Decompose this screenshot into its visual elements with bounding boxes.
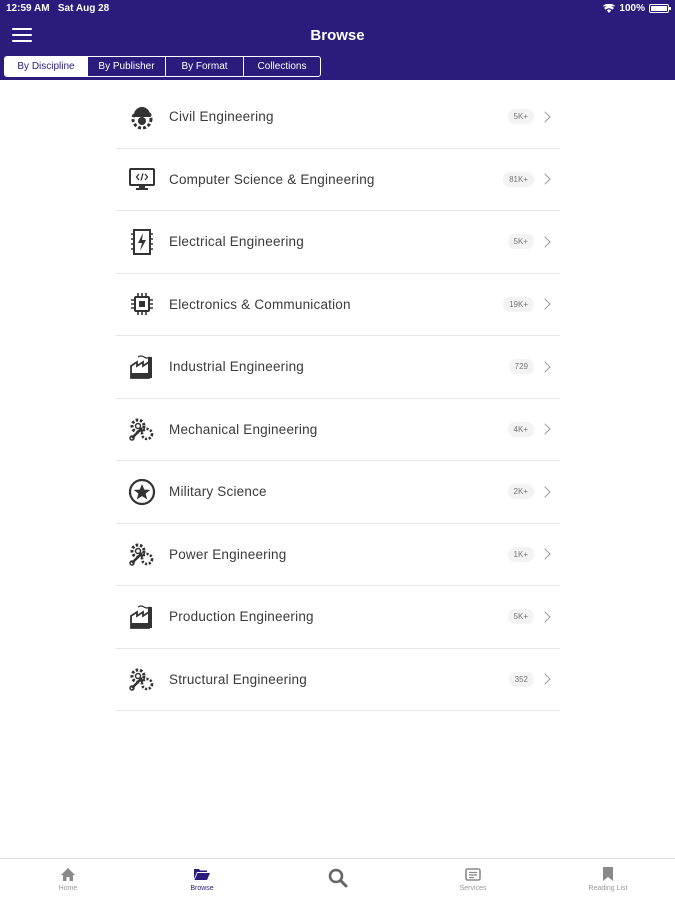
star-badge-icon [128,478,156,506]
bookmark-icon [568,865,648,883]
list-item-mechanical-engineering[interactable]: Mechanical Engineering 4K+ [116,399,560,461]
chevron-right-icon [539,361,551,373]
list-item-label: Production Engineering [169,609,314,625]
tab-search[interactable] [298,865,378,893]
app-header: 12:59 AM Sat Aug 28 100% Browse By Disci… [0,0,675,80]
status-right: 100% [603,3,671,14]
list-item-label: Industrial Engineering [169,359,304,375]
chevron-right-icon [539,673,551,685]
battery-icon [649,4,671,13]
folder-open-icon [162,865,242,883]
factory-icon [128,603,156,631]
list-item-label: Military Science [169,484,267,500]
list-item-structural-engineering[interactable]: Structural Engineering 352 [116,649,560,711]
tab-services[interactable]: Services [433,865,513,892]
list-item-civil-engineering[interactable]: Civil Engineering 5K+ [116,86,560,149]
tab-browse[interactable]: Browse [162,865,242,892]
count-badge: 81K+ [503,171,534,187]
count-badge: 729 [508,359,534,375]
list-item-military-science[interactable]: Military Science 2K+ [116,461,560,524]
list-item-electronics-communication[interactable]: Electronics & Communication 19K+ [116,274,560,336]
count-badge: 352 [508,671,534,687]
search-icon [298,865,378,891]
chevron-right-icon [539,423,551,435]
electric-icon [128,228,156,256]
count-badge: 5K+ [507,109,534,125]
chevron-right-icon [539,298,551,310]
segment-by-discipline[interactable]: By Discipline [5,57,87,76]
list-item-industrial-engineering[interactable]: Industrial Engineering 729 [116,336,560,399]
count-badge: 1K+ [507,546,534,562]
battery-percent: 100% [619,3,645,14]
chevron-right-icon [539,548,551,560]
chevron-right-icon [539,236,551,248]
list-item-power-engineering[interactable]: Power Engineering 1K+ [116,524,560,586]
segment-by-format[interactable]: By Format [165,57,243,76]
chevron-right-icon [539,173,551,185]
discipline-list: Civil Engineering 5K+ Computer Science &… [116,86,560,711]
bottom-tab-bar: Home Browse Services Reading List [0,858,675,900]
list-item-label: Power Engineering [169,546,287,562]
chevron-right-icon [539,486,551,498]
count-badge: 2K+ [507,484,534,500]
hardhat-gear-icon [128,103,156,131]
status-bar: 12:59 AM Sat Aug 28 100% [6,3,671,17]
status-time-date: 12:59 AM Sat Aug 28 [6,3,110,14]
list-item-label: Mechanical Engineering [169,421,318,437]
chip-icon [128,290,156,318]
tab-label: Home [58,885,78,892]
tab-label: Services [459,885,487,892]
tab-label: Reading List [588,885,628,892]
factory-icon [128,353,156,381]
list-item-label: Electrical Engineering [169,234,304,250]
page-title: Browse [310,27,365,44]
list-item-computer-science[interactable]: Computer Science & Engineering 81K+ [116,149,560,211]
list-item-electrical-engineering[interactable]: Electrical Engineering 5K+ [116,211,560,274]
gears-wrench-icon [128,665,156,693]
tab-home[interactable]: Home [28,865,108,892]
tab-label: Browse [190,885,214,892]
count-badge: 19K+ [503,296,534,312]
home-icon [28,865,108,883]
list-item-label: Electronics & Communication [169,296,351,312]
list-item-label: Civil Engineering [169,109,274,125]
browse-segmented-control: By Discipline By Publisher By Format Col… [4,56,321,77]
list-item-production-engineering[interactable]: Production Engineering 5K+ [116,586,560,649]
list-item-label: Computer Science & Engineering [169,171,375,187]
chevron-right-icon [539,611,551,623]
count-badge: 5K+ [507,234,534,250]
monitor-code-icon [128,165,156,193]
services-icon [433,865,513,883]
gears-wrench-icon [128,540,156,568]
tab-reading-list[interactable]: Reading List [568,865,648,892]
segment-collections[interactable]: Collections [243,57,320,76]
count-badge: 5K+ [507,609,534,625]
list-item-label: Structural Engineering [169,671,307,687]
wifi-icon [603,4,616,13]
chevron-right-icon [539,111,551,123]
gears-wrench-icon [128,415,156,443]
count-badge: 4K+ [507,421,534,437]
segment-by-publisher[interactable]: By Publisher [87,57,165,76]
